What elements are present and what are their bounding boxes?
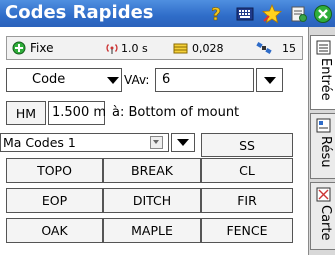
code-select[interactable]: Code <box>6 68 122 92</box>
code-select-value: Code <box>32 72 66 87</box>
antenna-icon <box>105 41 119 58</box>
hm-description: à: Bottom of mount <box>112 105 240 120</box>
code-button-fir[interactable]: FIR <box>201 188 293 213</box>
vav-dropdown-button[interactable] <box>256 68 283 92</box>
tab-entree-label: Entrée <box>318 58 333 101</box>
tab-entree[interactable]: Entrée <box>310 35 335 110</box>
vav-input[interactable]: 6 <box>155 68 254 92</box>
code-list-select[interactable]: Ma Codes 1 <box>0 133 169 152</box>
hm-button[interactable]: HM <box>6 101 46 125</box>
interval-value: 1.0 s <box>121 42 148 55</box>
main-panel: Fixe 1.0 s 0,028 15 Code VAv: 6 HM 1.500… <box>0 27 308 255</box>
satellite-count: 15 <box>282 42 296 55</box>
chevron-down-icon <box>177 139 189 146</box>
close-icon[interactable] <box>313 4 333 24</box>
status-bar: Fixe 1.0 s 0,028 15 <box>6 36 303 60</box>
keyboard-icon[interactable] <box>235 4 255 24</box>
code-button-cl[interactable]: CL <box>201 158 293 183</box>
tab-carte-label: Carte <box>318 205 333 241</box>
fix-icon <box>12 41 26 58</box>
ss-button[interactable]: SS <box>201 133 293 157</box>
tab-carte[interactable]: Carte <box>310 182 335 250</box>
window-title: Codes Rapides <box>5 2 154 23</box>
hm-value-input[interactable]: 1.500 m <box>48 101 107 125</box>
settings-icon[interactable] <box>289 4 309 24</box>
side-tab-bar: Entrée Résu Carte <box>308 27 335 255</box>
small-dropdown-icon <box>150 136 163 149</box>
code-button-maple[interactable]: MAPLE <box>103 218 201 243</box>
svg-text:?: ? <box>211 5 221 24</box>
fix-label: Fixe <box>30 41 54 55</box>
code-button-topo[interactable]: TOPO <box>6 158 103 183</box>
satellite-icon <box>256 41 272 58</box>
code-button-fence[interactable]: FENCE <box>201 218 293 243</box>
code-button-ditch[interactable]: DITCH <box>103 188 201 213</box>
vav-input-value: 6 <box>162 72 171 87</box>
vav-label: VAv: <box>124 73 150 87</box>
tab-resu-label: Résu <box>318 136 333 168</box>
title-bar: Codes Rapides ? <box>0 0 335 27</box>
code-button-eop[interactable]: EOP <box>6 188 103 213</box>
hm-value: 1.500 m <box>52 105 107 120</box>
tab-resu[interactable]: Résu <box>310 113 335 179</box>
battery-icon <box>173 41 189 58</box>
map-icon <box>316 187 331 206</box>
chevron-down-icon <box>264 77 276 84</box>
entry-icon <box>316 40 331 59</box>
code-list-value: Ma Codes 1 <box>3 135 76 150</box>
code-button-break[interactable]: BREAK <box>103 158 201 183</box>
precision-value: 0,028 <box>192 42 224 55</box>
star-icon[interactable] <box>262 3 282 24</box>
results-icon <box>316 118 331 137</box>
code-button-oak[interactable]: OAK <box>6 218 103 243</box>
code-list-dropdown-button[interactable] <box>171 133 195 152</box>
help-icon[interactable]: ? <box>206 4 226 26</box>
chevron-down-icon <box>107 77 119 84</box>
